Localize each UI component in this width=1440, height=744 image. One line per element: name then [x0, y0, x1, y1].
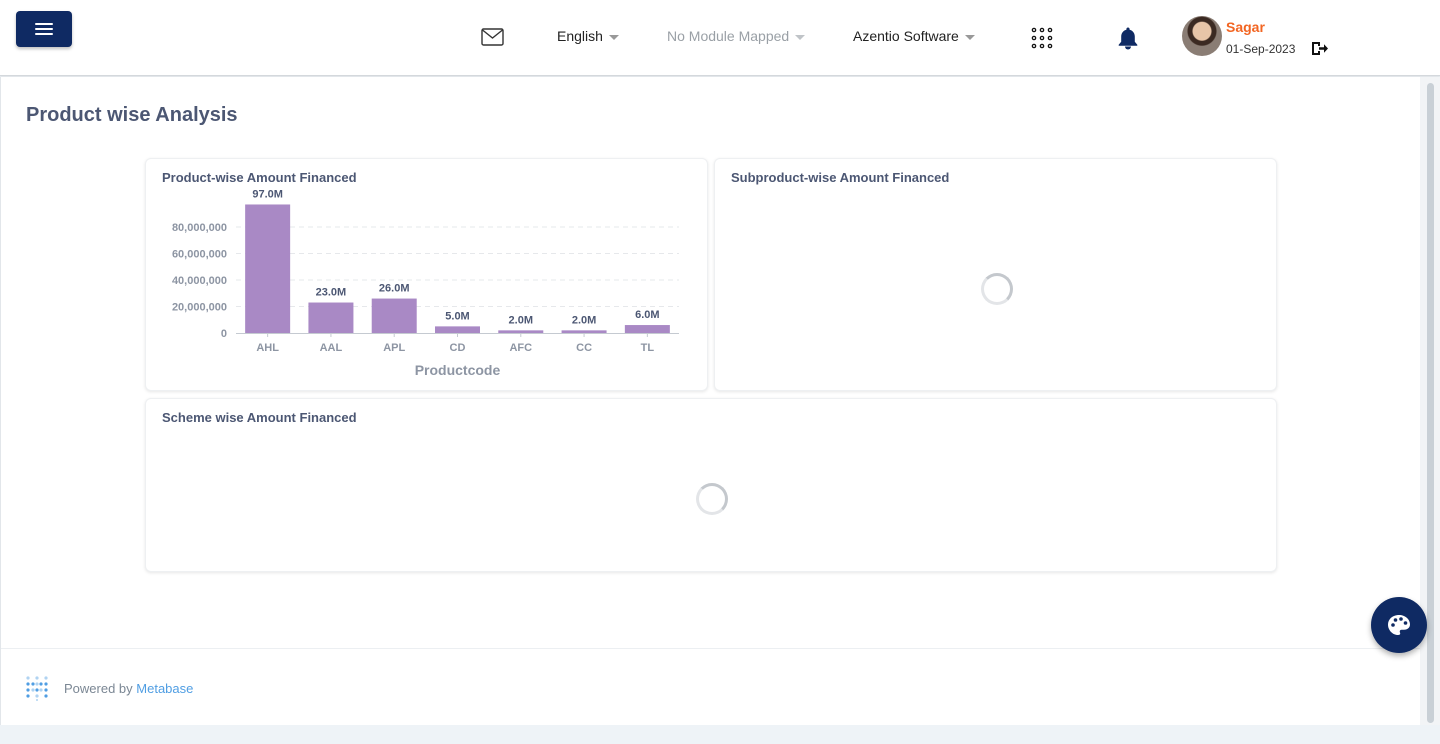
powered-by-text: Powered by Metabase — [64, 681, 193, 696]
bottom-strip — [0, 725, 1440, 744]
theme-palette-button[interactable] — [1371, 597, 1427, 653]
bar-data-label: 2.0M — [572, 314, 596, 326]
bar-data-label: 6.0M — [635, 309, 659, 321]
scrollbar-thumb[interactable] — [1427, 83, 1434, 723]
x-tick-label: AAL — [320, 342, 343, 354]
x-tick-label: CC — [576, 342, 592, 354]
product-chart-card[interactable]: Product-wise Amount Financed 0 20,000,000… — [145, 158, 708, 391]
company-label: Azentio Software — [853, 28, 959, 44]
metabase-link[interactable]: Metabase — [136, 681, 193, 696]
scheme-chart-card[interactable]: Scheme wise Amount Financed — [145, 398, 1277, 572]
bar-data-label: 23.0M — [316, 287, 347, 299]
x-axis-title: Productcode — [415, 362, 501, 378]
bar — [624, 325, 670, 333]
bar-chart: 0 20,000,000 40,000,000 60,000,000 80,000,00… — [172, 188, 679, 378]
card-title: Subproduct-wise Amount Financed — [731, 170, 950, 185]
x-tick-label: AFC — [509, 342, 532, 354]
bar-data-label: 5.0M — [445, 310, 469, 322]
language-label: English — [557, 28, 603, 44]
y-tick-label: 20,000,000 — [172, 302, 227, 314]
bar-data-label: 2.0M — [509, 314, 533, 326]
user-date: 01-Sep-2023 — [1226, 42, 1296, 56]
page-title: Product wise Analysis — [26, 104, 238, 126]
x-tick-label: AHL — [256, 342, 279, 354]
apps-grid-icon[interactable] — [1031, 27, 1053, 49]
mail-icon[interactable] — [481, 28, 504, 46]
y-tick-label: 80,000,000 — [172, 222, 227, 234]
company-dropdown[interactable]: Azentio Software — [853, 28, 975, 44]
card-title: Scheme wise Amount Financed — [162, 410, 357, 425]
user-name[interactable]: Sagar — [1226, 19, 1265, 35]
metabase-logo-icon[interactable] — [25, 675, 49, 701]
caret-down-icon — [964, 34, 975, 40]
bar — [561, 330, 607, 333]
x-tick-label: APL — [383, 342, 405, 354]
divider — [1, 648, 1421, 649]
caret-down-icon — [795, 34, 806, 40]
bar-data-label: 97.0M — [252, 188, 283, 200]
loading-spinner-icon — [981, 273, 1013, 305]
bar-data-label: 26.0M — [379, 283, 410, 295]
user-avatar[interactable] — [1182, 16, 1222, 56]
palette-icon — [1388, 615, 1410, 635]
language-dropdown[interactable]: English — [557, 28, 619, 44]
hamburger-menu-button[interactable] — [16, 11, 72, 47]
logout-icon[interactable] — [1311, 41, 1328, 56]
module-dropdown[interactable]: No Module Mapped — [667, 28, 806, 44]
subproduct-chart-card[interactable]: Subproduct-wise Amount Financed — [714, 158, 1277, 391]
dashboard-area: Product wise Analysis Product-wise Amoun… — [0, 77, 1421, 725]
top-header: English No Module Mapped Azentio Softwar… — [0, 0, 1440, 76]
bar — [498, 330, 544, 333]
caret-down-icon — [608, 34, 619, 40]
module-label: No Module Mapped — [667, 28, 790, 44]
y-tick-label: 40,000,000 — [172, 275, 227, 287]
bar — [308, 302, 354, 333]
y-tick-label: 60,000,000 — [172, 249, 227, 261]
y-tick-label: 0 — [221, 328, 227, 340]
powered-by-label: Powered by — [64, 681, 133, 696]
x-tick-label: TL — [641, 342, 655, 354]
bar — [435, 326, 480, 333]
loading-spinner-icon — [696, 483, 728, 515]
notification-bell-icon[interactable] — [1117, 26, 1139, 50]
x-tick-label: CD — [450, 342, 466, 354]
bar — [371, 298, 417, 333]
hamburger-icon — [35, 23, 53, 35]
bar — [245, 204, 291, 333]
